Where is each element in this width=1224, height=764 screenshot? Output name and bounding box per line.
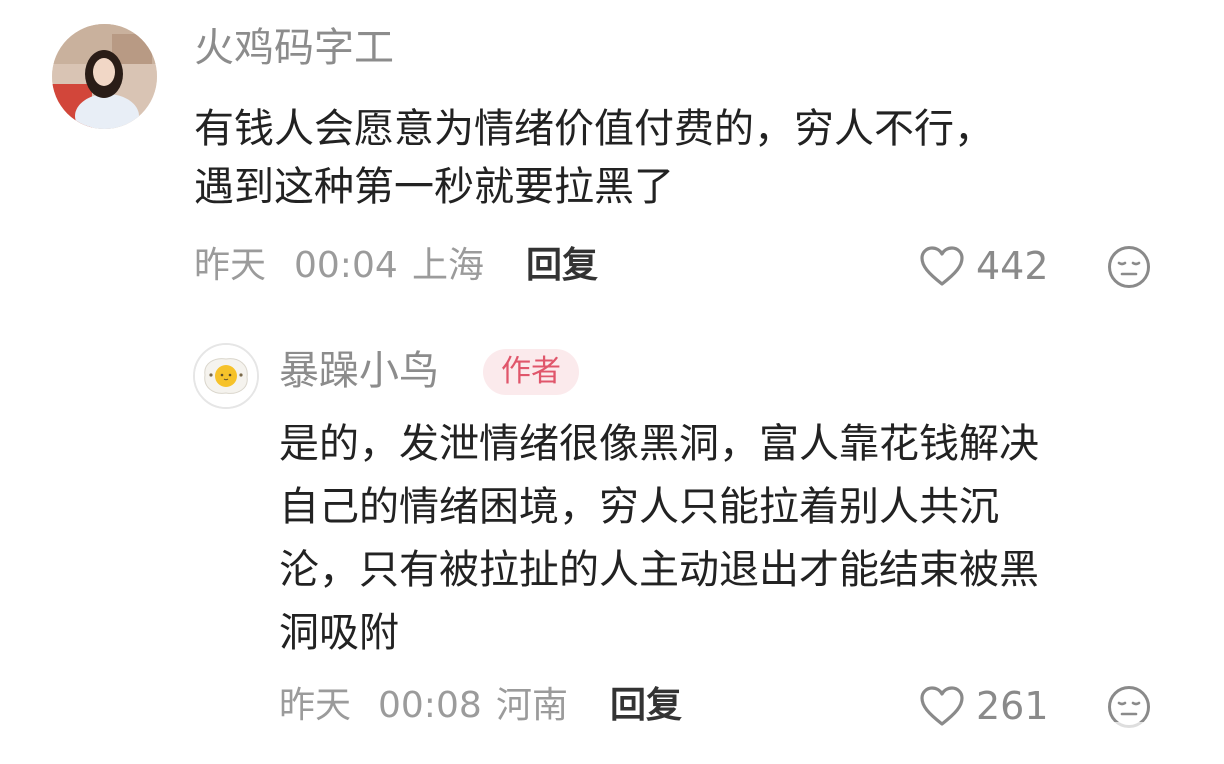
comment-date: 昨天 xyxy=(194,245,267,286)
reply-like-count: 261 xyxy=(976,684,1049,728)
neutral-face-icon[interactable] xyxy=(1106,244,1152,290)
commenter-avatar[interactable] xyxy=(52,24,157,129)
heart-outline-icon[interactable] xyxy=(918,244,966,288)
comment-like-count: 442 xyxy=(976,244,1049,288)
comment-text-line-1: 有钱人会愿意为情绪价值付费的，穷人不行， xyxy=(194,106,994,152)
reply-date: 昨天 xyxy=(279,685,352,726)
reply-text-line-1: 是的，发泄情绪很像黑洞，富人靠花钱解决 xyxy=(279,421,1039,467)
author-badge: 作者 xyxy=(483,349,579,395)
author-username[interactable]: 暴躁小鸟 xyxy=(279,351,439,391)
reply-time: 00:08 xyxy=(378,685,482,726)
reply-text-line-3: 沦，只有被拉扯的人主动退出才能结束被黑 xyxy=(279,547,1039,593)
comment-time: 00:04 xyxy=(294,245,398,286)
reply-reply-button[interactable]: 回复 xyxy=(610,688,682,724)
comment-reply-button[interactable]: 回复 xyxy=(526,248,598,284)
reply-text-line-4: 洞吸附 xyxy=(279,610,399,656)
commenter-username[interactable]: 火鸡码字工 xyxy=(194,28,394,68)
comment-location: 上海 xyxy=(412,245,485,286)
reply-text-line-2: 自己的情绪困境，穷人只能拉着别人共沉 xyxy=(279,484,999,530)
heart-outline-icon[interactable] xyxy=(918,684,966,728)
comment-text-line-2: 遇到这种第一秒就要拉黑了 xyxy=(194,164,674,210)
reply-location: 河南 xyxy=(496,685,569,726)
author-avatar[interactable] xyxy=(193,343,259,409)
watermark-overlay xyxy=(960,722,1210,750)
